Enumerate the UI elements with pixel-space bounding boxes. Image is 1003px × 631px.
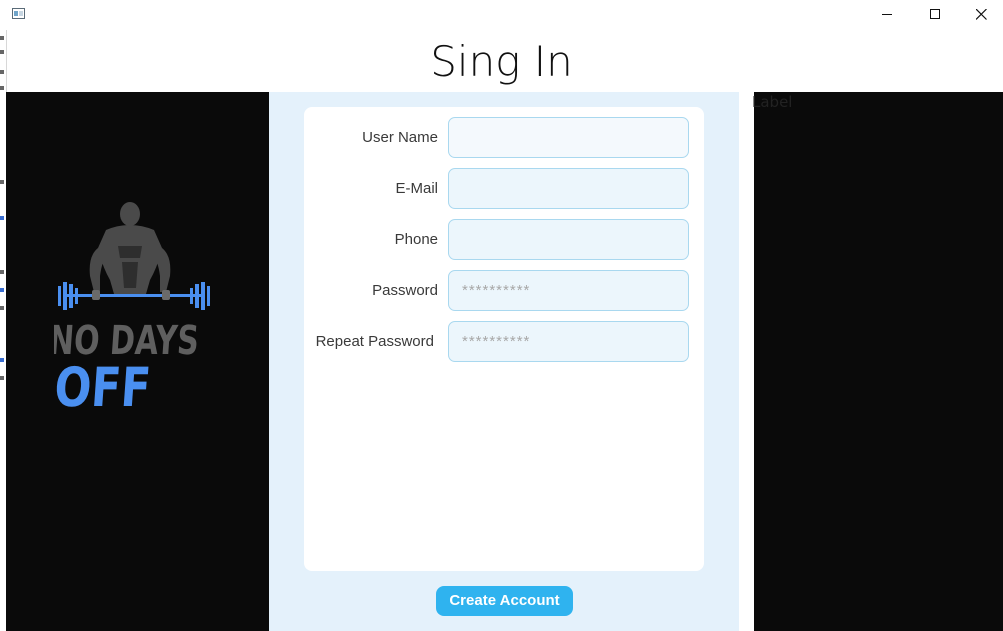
edge-mark xyxy=(0,50,4,54)
maximize-button[interactable] xyxy=(912,0,958,30)
edge-mark xyxy=(0,358,4,362)
maximize-icon xyxy=(930,9,940,19)
create-account-button[interactable]: Create Account xyxy=(436,586,573,616)
edge-mark xyxy=(0,306,4,310)
phone-label: Phone xyxy=(394,231,438,248)
phone-input[interactable] xyxy=(448,219,689,260)
username-label: User Name xyxy=(362,129,438,146)
close-icon xyxy=(976,9,987,20)
background-label: Label xyxy=(752,93,793,111)
window-titlebar xyxy=(0,0,1003,30)
logo-text-off: OFF xyxy=(54,356,153,416)
close-button[interactable] xyxy=(958,0,1003,30)
password-label: Password xyxy=(372,282,438,299)
right-side-panel xyxy=(754,92,1003,631)
edge-mark xyxy=(0,376,4,380)
no-days-off-logo: NO DAYS OFF xyxy=(54,202,210,416)
edge-mark xyxy=(0,36,4,40)
edge-mark xyxy=(0,216,4,220)
app-icon xyxy=(12,8,25,19)
bodybuilder-figure xyxy=(89,202,171,294)
edge-mark xyxy=(0,86,4,90)
edge-mark xyxy=(0,70,4,74)
edge-mark xyxy=(0,270,4,274)
minimize-icon xyxy=(882,14,892,15)
page-title: Sing In xyxy=(430,37,573,86)
edge-mark xyxy=(0,180,4,184)
repeat-password-input[interactable] xyxy=(448,321,689,362)
email-input[interactable] xyxy=(448,168,689,209)
edge-mark xyxy=(0,288,4,292)
minimize-button[interactable] xyxy=(864,0,910,30)
email-label: E-Mail xyxy=(395,180,438,197)
repeat-password-label: Repeat Password xyxy=(315,333,434,350)
username-input[interactable] xyxy=(448,117,689,158)
password-input[interactable] xyxy=(448,270,689,311)
